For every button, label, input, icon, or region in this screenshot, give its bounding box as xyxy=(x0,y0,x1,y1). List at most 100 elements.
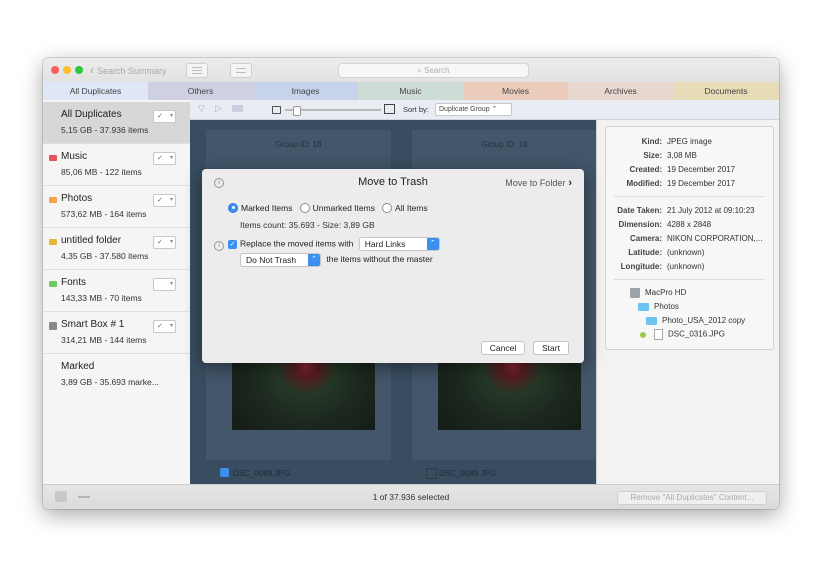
tab-archives[interactable]: Archives xyxy=(568,82,673,100)
checkbox-menu[interactable] xyxy=(153,278,176,291)
search-icon: ⌕ xyxy=(417,66,422,75)
sidebar-item-subtitle: 4,35 GB - 37.580 items xyxy=(61,251,149,261)
checkbox-menu[interactable]: ✓ xyxy=(153,194,176,207)
info-value: 4288 x 2848 xyxy=(667,220,712,229)
minimize-window-button[interactable] xyxy=(63,66,71,74)
info-icon[interactable]: i xyxy=(214,241,224,252)
tab-documents[interactable]: Documents xyxy=(673,82,779,100)
sidebar-item-music[interactable]: Music 85,06 MB - 122 items ✓ xyxy=(43,144,190,186)
path-label: Photo_USA_2012 copy xyxy=(662,316,746,325)
status-dot-icon xyxy=(640,331,646,338)
filter-icon[interactable]: ▽ xyxy=(198,103,205,114)
sidebar-item-marked[interactable]: Marked 3,89 GB - 35.693 marke... xyxy=(43,354,190,395)
start-button[interactable]: Start xyxy=(533,341,569,355)
zoom-window-button[interactable] xyxy=(75,66,83,74)
info-value: (unknown) xyxy=(667,248,705,257)
sidebar-item-subtitle: 143,33 MB - 70 items xyxy=(61,293,142,303)
tab-all-duplicates[interactable]: All Duplicates xyxy=(43,82,148,100)
trash-suffix: the items without the master xyxy=(326,254,433,265)
radio-unmarked-items[interactable]: Unmarked Items xyxy=(299,202,375,213)
sidebar-item-subtitle: 314,21 MB - 144 items xyxy=(61,335,147,345)
info-value: NIKON CORPORATION,... xyxy=(667,234,763,243)
sidebar-item-title: untitled folder xyxy=(61,235,122,246)
file-info-box: Kind: JPEG image Size: 3,08 MB Created: 19 … xyxy=(605,126,774,350)
folder-icon xyxy=(49,281,57,287)
checkbox-menu[interactable]: ✓ xyxy=(153,110,176,123)
info-key: Kind: xyxy=(641,137,662,146)
slider-knob[interactable] xyxy=(293,106,301,116)
checkbox-menu[interactable]: ✓ xyxy=(153,236,176,249)
preview-icon[interactable] xyxy=(232,105,243,112)
mark-checkbox[interactable] xyxy=(426,468,437,479)
radio-icon xyxy=(382,202,393,213)
search-input[interactable]: ⌕ Search xyxy=(338,63,529,78)
list-view-button[interactable] xyxy=(186,63,208,78)
folder-icon xyxy=(49,155,57,161)
info-value: 21 July 2012 at 09:10:23 xyxy=(667,206,755,215)
path-label: Photos xyxy=(654,302,679,311)
info-panel: Kind: JPEG image Size: 3,08 MB Created: 19 … xyxy=(596,100,779,484)
remove-content-button[interactable]: Remove "All Duplicates" Content... xyxy=(617,491,767,505)
path-label: MacPro HD xyxy=(645,288,687,298)
sidebar-item-smart-box[interactable]: Smart Box # 1 314,21 MB - 144 items ✓ xyxy=(43,312,190,354)
path-item[interactable]: Photos xyxy=(638,302,679,311)
sidebar-item-untitled-folder[interactable]: untitled folder 4,35 GB - 37.580 items ✓ xyxy=(43,228,190,270)
mark-checkbox[interactable] xyxy=(220,468,229,477)
path-item[interactable]: Photo_USA_2012 copy xyxy=(646,316,745,325)
file-name: DSC_0089.JPG xyxy=(233,469,290,478)
sort-label: Sort by: xyxy=(403,105,429,114)
move-to-folder-link[interactable]: Move to Folder › xyxy=(505,177,572,189)
tab-music[interactable]: Music xyxy=(358,82,463,100)
sort-value: Duplicate Group xyxy=(439,106,490,113)
folder-icon xyxy=(49,197,57,203)
play-icon[interactable]: ▷ xyxy=(215,103,222,114)
sidebar: All Duplicates 5,15 GB - 37.936 items ✓ … xyxy=(43,100,191,484)
divider xyxy=(614,196,765,197)
grid-view-button[interactable] xyxy=(230,63,252,78)
move-to-folder-label: Move to Folder xyxy=(505,178,566,188)
back-button[interactable]: ‹ Search Summary xyxy=(90,63,167,78)
hard-disk-icon xyxy=(630,288,640,298)
cancel-button[interactable]: Cancel xyxy=(481,341,525,355)
close-window-button[interactable] xyxy=(51,66,59,74)
trash-row: Do Not Trash ⌃ the items without the mast… xyxy=(240,253,433,267)
file-name: DSC_0089.JPG xyxy=(439,469,496,478)
group-label: Group ID: 18 xyxy=(481,140,528,149)
tab-images[interactable]: Images xyxy=(253,82,358,100)
info-key: Latitude: xyxy=(628,248,662,257)
chevron-updown-icon: ⌃ xyxy=(426,238,439,250)
replace-checkbox[interactable]: ✓ xyxy=(228,239,237,249)
path-item[interactable]: DSC_0316.JPG xyxy=(640,329,725,340)
tab-others[interactable]: Others xyxy=(148,82,253,100)
info-value: 19 December 2017 xyxy=(667,165,736,174)
sidebar-item-subtitle: 3,89 GB - 35.693 marke... xyxy=(61,377,159,387)
large-thumbnail-icon xyxy=(384,104,395,114)
replace-row: i ✓ Replace the moved items with Hard Link… xyxy=(214,237,440,252)
radio-label: Unmarked Items xyxy=(312,203,375,213)
tab-movies[interactable]: Movies xyxy=(463,82,568,100)
sort-select[interactable]: Duplicate Group ⌃ xyxy=(435,103,512,116)
toolbar: ‹ Search Summary ⌕ Search xyxy=(43,58,779,82)
checkbox-menu[interactable]: ✓ xyxy=(153,320,176,333)
radio-all-items[interactable]: All Items xyxy=(382,202,428,213)
search-placeholder: Search xyxy=(424,66,450,75)
smart-box-icon xyxy=(49,322,57,330)
sidebar-item-photos[interactable]: Photos 573,62 MB - 164 items ✓ xyxy=(43,186,190,228)
radio-marked-items[interactable]: Marked Items xyxy=(228,202,293,213)
radio-label: All Items xyxy=(395,203,428,213)
items-count: Items count: 35.693 - Size: 3,89 GB xyxy=(240,220,375,230)
sidebar-item-all-duplicates[interactable]: All Duplicates 5,15 GB - 37.936 items ✓ xyxy=(43,102,190,144)
trash-mode-select[interactable]: Do Not Trash ⌃ xyxy=(240,253,321,267)
group-label: Group ID: 18 xyxy=(275,140,322,149)
replace-mode-select[interactable]: Hard Links ⌃ xyxy=(358,237,440,251)
radio-label: Marked Items xyxy=(241,203,293,213)
sidebar-item-subtitle: 573,62 MB - 164 items xyxy=(61,209,147,219)
info-key: Date Taken: xyxy=(617,206,662,215)
checkbox-menu[interactable]: ✓ xyxy=(153,152,176,165)
sidebar-item-fonts[interactable]: Fonts 143,33 MB - 70 items xyxy=(43,270,190,312)
thumbnail-size-slider[interactable] xyxy=(285,106,381,116)
chevron-updown-icon: ⌃ xyxy=(308,254,320,266)
replace-label: Replace the moved items with xyxy=(240,238,354,249)
path-item[interactable]: MacPro HD xyxy=(630,288,686,298)
info-key: Dimension: xyxy=(618,220,662,229)
